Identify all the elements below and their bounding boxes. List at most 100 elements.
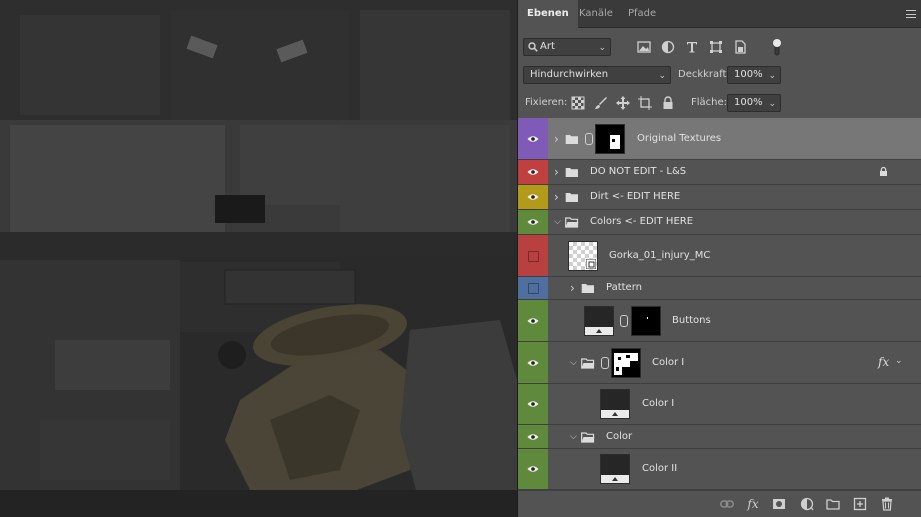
layer-effects-fx-icon[interactable]: fx (878, 355, 889, 369)
layer-row[interactable]: Buttons (518, 300, 921, 342)
trash-icon[interactable] (880, 497, 894, 511)
layer-color-visibility-cell[interactable] (518, 277, 548, 299)
chevron-down-icon: ⌄ (768, 71, 776, 81)
layer-name[interactable]: Color I (652, 357, 684, 368)
link-icon[interactable] (720, 497, 734, 511)
lock-transparency-icon[interactable] (571, 96, 585, 110)
eye-visibility-icon[interactable] (527, 465, 539, 473)
layer-row[interactable]: Color II (518, 449, 921, 490)
layer-name[interactable]: Original Textures (637, 133, 721, 144)
effects-expand-chevron-icon[interactable]: ⌄ (895, 356, 903, 366)
filter-kind-value: Art (540, 41, 555, 52)
document-canvas[interactable] (0, 0, 517, 517)
eye-visibility-icon[interactable] (527, 135, 539, 143)
eye-visibility-icon[interactable] (527, 218, 539, 226)
layer-name[interactable]: Color II (642, 463, 677, 474)
opacity-label: Deckkraft: (678, 69, 730, 80)
fill-layer-thumbnail[interactable] (584, 306, 614, 336)
filter-toggle-icon[interactable] (771, 38, 783, 56)
layer-mask-thumbnail[interactable] (631, 306, 661, 336)
layer-row[interactable]: ⌵ Colors <- EDIT HERE (518, 210, 921, 235)
layer-color-visibility-cell[interactable] (518, 425, 548, 448)
opacity-input[interactable]: 100% ⌄ (727, 66, 781, 84)
visibility-off-box[interactable] (528, 251, 539, 262)
layer-name[interactable]: Color (606, 431, 632, 442)
fill-layer-thumbnail[interactable] (600, 389, 630, 419)
eye-visibility-icon[interactable] (527, 317, 539, 325)
eye-visibility-icon[interactable] (527, 400, 539, 408)
panel-menu-icon[interactable] (906, 10, 916, 18)
caret-down-icon[interactable]: ⌵ (570, 432, 578, 442)
chain-link-icon[interactable] (620, 315, 628, 327)
caret-right-icon[interactable]: › (554, 191, 562, 203)
new-layer-icon[interactable] (853, 497, 867, 511)
caret-right-icon[interactable]: › (570, 282, 578, 294)
blend-mode-select[interactable]: Hindurchwirken ⌄ (523, 66, 671, 84)
layer-row[interactable]: ⌵ Color (518, 425, 921, 449)
layer-color-visibility-cell[interactable] (518, 235, 548, 276)
layer-name[interactable]: Gorka_01_injury_MC (609, 250, 710, 261)
chain-link-icon[interactable] (585, 133, 593, 145)
smart-object-thumbnail[interactable] (568, 241, 598, 271)
layer-row[interactable]: Color I (518, 384, 921, 425)
fill-input[interactable]: 100% ⌄ (727, 94, 781, 112)
eye-visibility-icon[interactable] (527, 168, 539, 176)
folder-open-icon (581, 432, 595, 443)
layer-color-visibility-cell[interactable] (518, 210, 548, 234)
lock-position-move-icon[interactable] (616, 96, 630, 110)
fill-layer-thumbnail[interactable] (600, 454, 630, 484)
tab-pfade[interactable]: Pfade (619, 0, 665, 28)
caret-down-icon[interactable]: ⌵ (554, 217, 562, 227)
lock-artboard-icon[interactable] (638, 96, 652, 110)
new-group-icon[interactable] (826, 497, 840, 511)
layer-row[interactable]: › DO NOT EDIT - L&S (518, 160, 921, 185)
caret-right-icon[interactable]: › (554, 133, 562, 145)
pixel-layer-filter-icon[interactable] (637, 40, 651, 54)
layer-color-visibility-cell[interactable] (518, 160, 548, 184)
blend-mode-value: Hindurchwirken (530, 69, 609, 80)
type-layer-filter-icon[interactable] (685, 40, 699, 54)
filter-row: Art ⌄ (518, 33, 921, 61)
layer-color-visibility-cell[interactable] (518, 342, 548, 383)
fill-label: Fläche: (691, 97, 728, 108)
layer-color-visibility-cell[interactable] (518, 449, 548, 489)
layer-color-visibility-cell[interactable] (518, 118, 548, 159)
caret-down-icon[interactable]: ⌵ (570, 358, 578, 368)
shape-layer-filter-icon[interactable] (709, 40, 723, 54)
lock-pixels-brush-icon[interactable] (594, 96, 608, 110)
layer-row[interactable]: ⌵ Color I fx ⌄ (518, 342, 921, 384)
eye-visibility-icon[interactable] (527, 359, 539, 367)
layer-row[interactable]: › Dirt <- EDIT HERE (518, 185, 921, 210)
chain-link-icon[interactable] (601, 357, 609, 369)
layer-color-visibility-cell[interactable] (518, 384, 548, 424)
eye-visibility-icon[interactable] (527, 433, 539, 441)
filter-kind-select[interactable]: Art ⌄ (523, 38, 611, 56)
layer-name[interactable]: Dirt <- EDIT HERE (590, 191, 680, 202)
caret-right-icon[interactable]: › (554, 166, 562, 178)
smart-object-filter-icon[interactable] (733, 40, 747, 54)
layer-name[interactable]: Color I (642, 398, 674, 409)
layer-row[interactable]: › Original Textures (518, 118, 921, 160)
mask-icon[interactable] (772, 497, 786, 511)
layers-list: › Original Textures › DO NOT EDIT - L&S › Dir… (518, 118, 921, 490)
lock-all-icon[interactable] (661, 96, 675, 110)
layer-name[interactable]: Pattern (606, 282, 642, 293)
layer-color-visibility-cell[interactable] (518, 300, 548, 341)
tab-ebenen[interactable]: Ebenen (518, 0, 578, 29)
layer-name[interactable]: Colors <- EDIT HERE (590, 216, 693, 227)
visibility-off-box[interactable] (528, 283, 539, 294)
tab-kanaele[interactable]: Kanäle (570, 0, 622, 28)
layer-row[interactable]: › Pattern (518, 277, 921, 300)
layer-name[interactable]: Buttons (672, 315, 711, 326)
layers-panel: Ebenen Kanäle Pfade Art ⌄ Hindurchwirken… (517, 0, 921, 517)
eye-visibility-icon[interactable] (527, 193, 539, 201)
adjustment-icon[interactable] (800, 497, 814, 511)
layer-mask-thumbnail[interactable] (595, 124, 625, 154)
layer-name[interactable]: DO NOT EDIT - L&S (590, 166, 686, 177)
lock-row: Fixieren: Fläche: 100% ⌄ (518, 89, 921, 117)
layer-mask-thumbnail[interactable] (611, 348, 641, 378)
layer-color-visibility-cell[interactable] (518, 185, 548, 209)
layer-row[interactable]: Gorka_01_injury_MC (518, 235, 921, 277)
adjustment-layer-filter-icon[interactable] (661, 40, 675, 54)
fx-icon[interactable]: fx (746, 497, 760, 511)
